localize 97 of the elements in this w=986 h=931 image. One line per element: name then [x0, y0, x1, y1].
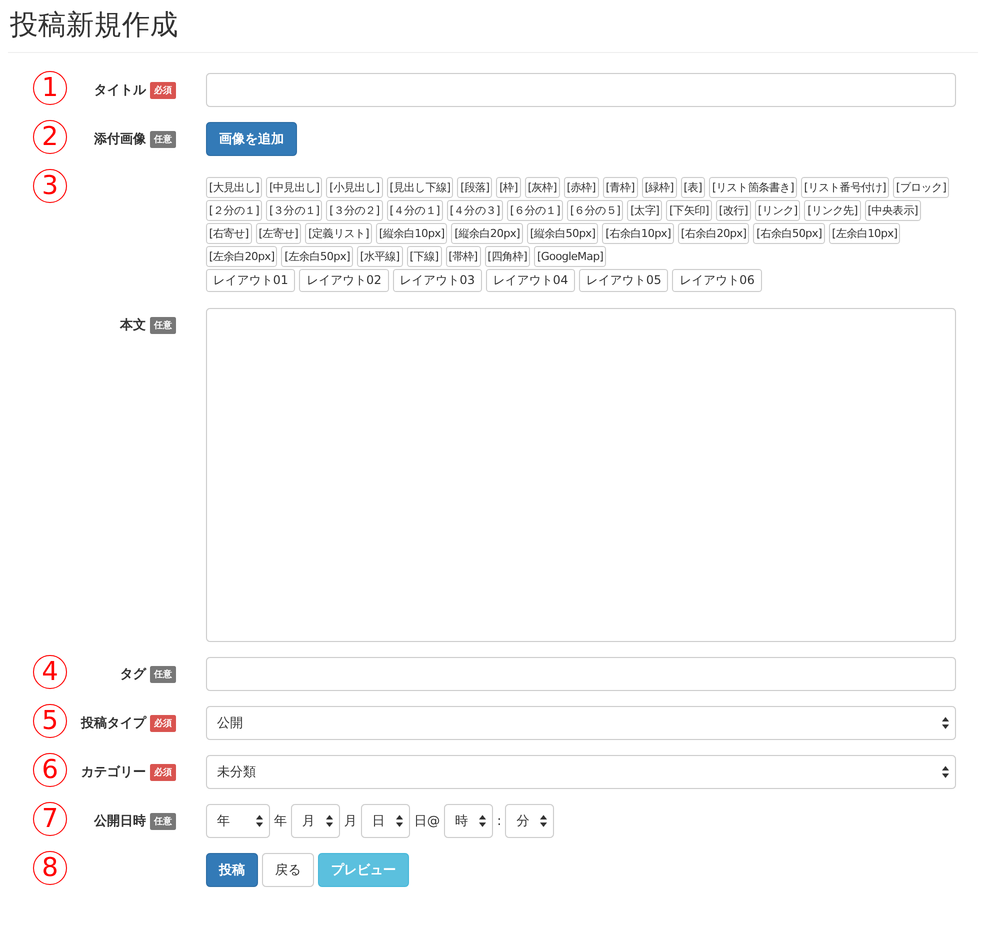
field-label: 投稿タイプ [81, 714, 146, 732]
snippet-button[interactable]: [リスト箇条書き] [709, 177, 798, 198]
select-field[interactable]: 日 [361, 804, 410, 838]
snippet-button[interactable]: [リスト番号付け] [801, 177, 890, 198]
status-tag: 必須 [150, 82, 176, 98]
snippet-button[interactable]: [定義リスト] [305, 223, 372, 244]
field-label: 公開日時 [94, 813, 146, 830]
snippet-button[interactable]: [６分の１] [506, 200, 564, 221]
snippet-button[interactable]: [青枠] [602, 177, 638, 198]
select-field[interactable]: 月 [291, 804, 340, 838]
status-tag: 任意 [150, 666, 176, 682]
step-marker: 3 [33, 169, 67, 203]
snippet-button[interactable]: [縦余白10px] [376, 223, 448, 244]
snippet-button[interactable]: [改行] [716, 200, 751, 221]
field-label: 添付画像 [94, 131, 146, 148]
snippet-button[interactable]: [ブロック] [893, 177, 950, 198]
sort-arrows-icon [942, 766, 949, 778]
snippet-button[interactable]: [右寄せ] [206, 223, 252, 244]
snippet-button[interactable]: [４分の１] [386, 200, 443, 221]
snippet-button[interactable]: [小見出し] [326, 177, 383, 198]
field-label: 本文 [120, 316, 146, 334]
field-label: カテゴリー [81, 764, 146, 781]
sort-arrows-icon [256, 815, 263, 827]
snippet-button[interactable]: [中央表示] [864, 200, 921, 221]
select-field[interactable]: 未分類 [206, 755, 956, 789]
step-marker: 2 [33, 120, 67, 154]
sort-arrows-icon [326, 815, 333, 827]
date-separator: 月 [343, 813, 358, 830]
step-marker: 5 [33, 704, 67, 738]
status-tag: 必須 [150, 714, 176, 732]
snippet-button[interactable]: [緑枠] [642, 177, 677, 198]
step-marker: 4 [33, 655, 67, 689]
layout-button[interactable]: レイアウト03 [392, 269, 482, 292]
form-button[interactable]: 投稿 [206, 853, 258, 887]
snippet-button[interactable]: [３分の２] [326, 200, 383, 221]
snippet-button[interactable]: [下線] [406, 246, 442, 267]
snippet-button[interactable]: [下矢印] [666, 200, 712, 221]
snippet-button[interactable]: [縦余白50px] [526, 223, 598, 244]
snippet-button[interactable]: [右余白10px] [602, 223, 674, 244]
snippet-button[interactable]: [４分の３] [446, 200, 503, 221]
text-input[interactable] [206, 657, 956, 691]
snippet-button[interactable]: [灰枠] [524, 177, 560, 198]
field-label: タイトル [94, 82, 146, 99]
snippet-button[interactable]: [赤枠] [564, 177, 599, 198]
status-tag: 必須 [150, 764, 176, 780]
select-field[interactable]: 時 [444, 804, 493, 838]
layout-button[interactable]: レイアウト05 [579, 269, 668, 292]
snippet-button[interactable]: [段落] [457, 177, 492, 198]
sort-arrows-icon [396, 815, 403, 827]
page-title: 投稿新規作成 [8, 0, 978, 53]
layout-button[interactable]: レイアウト06 [672, 269, 762, 292]
snippet-button[interactable]: [リンク先] [804, 200, 861, 221]
sort-arrows-icon [479, 815, 486, 827]
snippet-button[interactable]: [２分の１] [206, 200, 262, 221]
snippet-button[interactable]: [中見出し] [266, 177, 322, 198]
step-marker: 7 [33, 802, 67, 836]
step-marker: 6 [33, 753, 67, 787]
add-image-button[interactable]: 画像を追加 [206, 122, 297, 156]
sort-arrows-icon [540, 815, 548, 827]
snippet-button[interactable]: [帯枠] [446, 246, 481, 267]
snippet-button[interactable]: [表] [680, 177, 706, 198]
text-input[interactable] [206, 73, 956, 107]
snippet-button[interactable]: [GoogleMap] [534, 246, 606, 267]
snippet-button[interactable]: [３分の１] [266, 200, 322, 221]
date-separator: 日@ [413, 813, 441, 830]
snippet-button[interactable]: [左寄せ] [256, 223, 302, 244]
snippet-button[interactable]: [縦余白20px] [451, 223, 523, 244]
snippet-button[interactable]: [水平線] [356, 246, 403, 267]
status-tag: 任意 [150, 812, 176, 830]
snippet-button[interactable]: [右余白50px] [753, 223, 825, 244]
status-tag: 任意 [150, 316, 176, 334]
date-separator: 年 [273, 813, 288, 830]
snippet-button[interactable]: [右余白20px] [678, 223, 750, 244]
snippet-button[interactable]: [左余白10px] [828, 223, 900, 244]
form-button[interactable]: 戻る [262, 853, 314, 887]
snippet-button[interactable]: [６分の５] [567, 200, 624, 221]
snippet-button[interactable]: [四角枠] [484, 246, 530, 267]
layout-button[interactable]: レイアウト02 [299, 269, 389, 292]
layout-button[interactable]: レイアウト01 [206, 269, 296, 292]
snippet-button[interactable]: [枠] [496, 177, 521, 198]
layout-button[interactable]: レイアウト04 [486, 269, 576, 292]
status-tag: 任意 [150, 130, 176, 148]
date-separator: : [496, 814, 502, 828]
step-marker: 8 [33, 851, 67, 885]
snippet-button[interactable]: [左余白20px] [206, 246, 278, 267]
select-field[interactable]: 年 [206, 804, 270, 838]
snippet-button[interactable]: [太字] [627, 200, 662, 221]
sort-arrows-icon [942, 717, 949, 729]
step-marker: 1 [33, 71, 67, 105]
snippet-button[interactable]: [大見出し] [206, 177, 262, 198]
select-field[interactable]: 分 [505, 804, 554, 838]
body-textarea[interactable] [206, 308, 956, 642]
snippet-button[interactable]: [リンク] [754, 200, 800, 221]
field-label: タグ [120, 666, 146, 683]
snippet-button[interactable]: [左余白50px] [281, 246, 353, 267]
select-field[interactable]: 公開 [206, 706, 956, 740]
snippet-button[interactable]: [見出し下線] [386, 177, 454, 198]
